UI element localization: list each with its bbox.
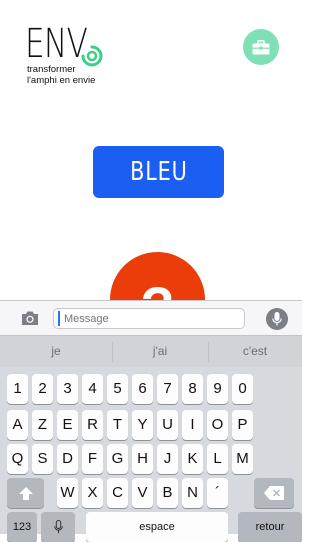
key-j[interactable]: J bbox=[157, 444, 178, 474]
key-o[interactable]: O bbox=[207, 410, 228, 440]
space-key[interactable]: espace bbox=[86, 512, 228, 542]
microphone-icon bbox=[272, 312, 282, 326]
key-p[interactable]: P bbox=[232, 410, 253, 440]
key-n[interactable]: N bbox=[182, 478, 203, 508]
key-w[interactable]: W bbox=[57, 478, 78, 508]
key-f[interactable]: F bbox=[82, 444, 103, 474]
key-9[interactable]: 9 bbox=[207, 374, 228, 404]
key-acute[interactable]: ´ bbox=[207, 478, 228, 508]
key-s[interactable]: S bbox=[32, 444, 53, 474]
message-bar bbox=[0, 300, 302, 335]
key-7[interactable]: 7 bbox=[157, 374, 178, 404]
logo-text: ENV bbox=[25, 21, 88, 67]
key-b[interactable]: B bbox=[157, 478, 178, 508]
ios-keyboard: je j'ai c'est 1 2 3 4 5 6 7 8 9 0 A Z E … bbox=[0, 300, 302, 542]
key-k[interactable]: K bbox=[182, 444, 203, 474]
suggestion-1[interactable]: je bbox=[0, 336, 112, 367]
suggestion-bar: je j'ai c'est bbox=[0, 335, 302, 367]
key-6[interactable]: 6 bbox=[132, 374, 153, 404]
color-word-button[interactable]: BLEU bbox=[93, 146, 224, 198]
text-caret bbox=[58, 311, 60, 326]
key-u[interactable]: U bbox=[157, 410, 178, 440]
key-m[interactable]: M bbox=[232, 444, 253, 474]
dictation-icon bbox=[53, 520, 63, 534]
key-c[interactable]: C bbox=[107, 478, 128, 508]
key-4[interactable]: 4 bbox=[82, 374, 103, 404]
key-8[interactable]: 8 bbox=[182, 374, 203, 404]
key-r[interactable]: R bbox=[82, 410, 103, 440]
key-5[interactable]: 5 bbox=[107, 374, 128, 404]
color-word-label: BLEU bbox=[129, 157, 188, 187]
tagline-line-2: l'amphi en envie bbox=[27, 75, 96, 86]
env-logo: ENV transformer l'amphi en envie bbox=[25, 24, 115, 104]
key-g[interactable]: G bbox=[107, 444, 128, 474]
key-z[interactable]: Z bbox=[32, 410, 53, 440]
briefcase-icon bbox=[252, 39, 270, 54]
key-a[interactable]: A bbox=[7, 410, 28, 440]
microphone-button[interactable] bbox=[266, 308, 288, 330]
suggestion-3[interactable]: c'est bbox=[208, 336, 302, 367]
key-l[interactable]: L bbox=[207, 444, 228, 474]
briefcase-button[interactable] bbox=[243, 29, 279, 65]
key-x[interactable]: X bbox=[82, 478, 103, 508]
key-i[interactable]: I bbox=[182, 410, 203, 440]
suggestion-2[interactable]: j'ai bbox=[112, 336, 208, 367]
tagline-line-1: transformer bbox=[27, 64, 76, 75]
key-d[interactable]: D bbox=[57, 444, 78, 474]
backspace-key[interactable] bbox=[254, 478, 294, 508]
dictation-key[interactable] bbox=[41, 512, 75, 542]
backspace-icon bbox=[264, 486, 284, 501]
numbers-key[interactable]: 123 bbox=[7, 512, 37, 542]
logo-tagline: transformer l'amphi en envie bbox=[27, 64, 95, 86]
key-h[interactable]: H bbox=[132, 444, 153, 474]
shift-icon bbox=[18, 486, 33, 500]
key-q[interactable]: Q bbox=[7, 444, 28, 474]
shift-key[interactable] bbox=[7, 478, 44, 508]
key-0[interactable]: 0 bbox=[232, 374, 253, 404]
key-3[interactable]: 3 bbox=[57, 374, 78, 404]
key-y[interactable]: Y bbox=[132, 410, 153, 440]
key-v[interactable]: V bbox=[132, 478, 153, 508]
message-input[interactable] bbox=[53, 308, 245, 329]
key-1[interactable]: 1 bbox=[7, 374, 28, 404]
key-t[interactable]: T bbox=[107, 410, 128, 440]
camera-icon[interactable] bbox=[20, 310, 40, 326]
key-2[interactable]: 2 bbox=[32, 374, 53, 404]
return-key[interactable]: retour bbox=[238, 512, 302, 542]
key-e[interactable]: E bbox=[57, 410, 78, 440]
